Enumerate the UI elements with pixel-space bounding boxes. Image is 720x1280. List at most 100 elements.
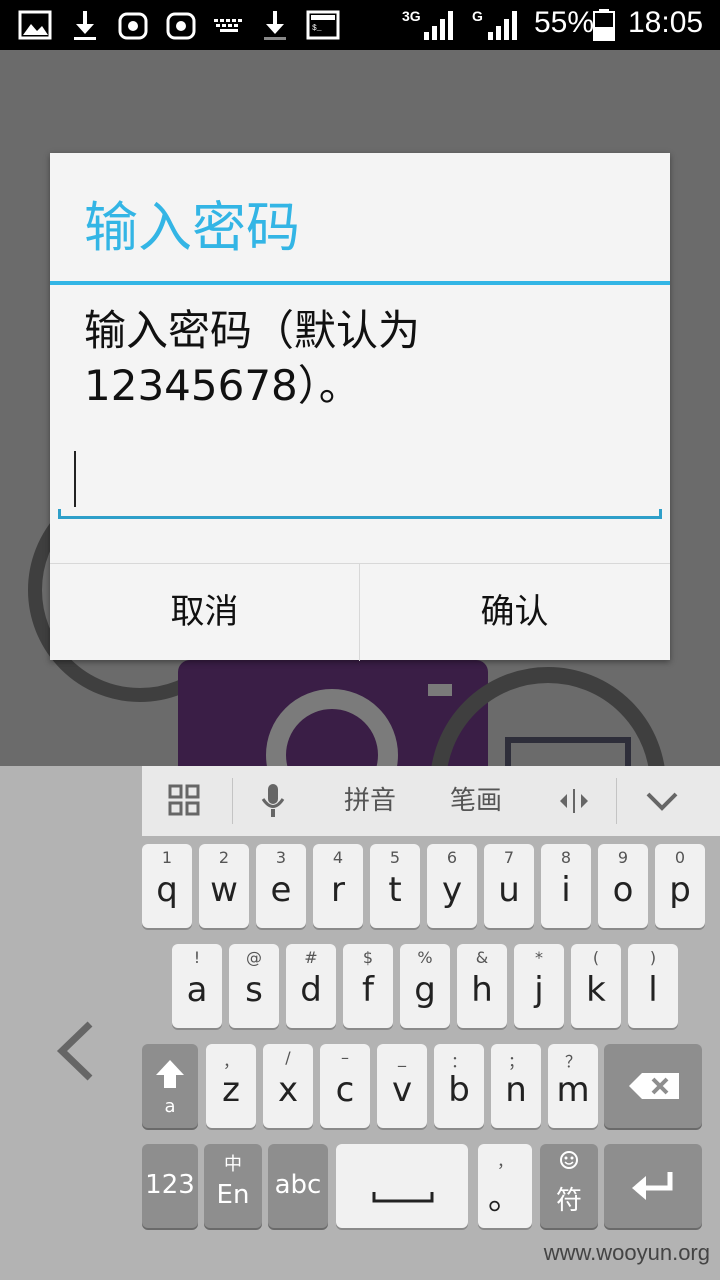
key-letter: o: [612, 870, 634, 910]
dialog-message: 输入密码（默认为12345678）。: [84, 306, 421, 410]
pinyin-mode-button[interactable]: 拼音: [334, 766, 406, 836]
numbers-key-label: 123: [145, 1170, 195, 1200]
key-hint: 0: [674, 848, 686, 867]
field-underline-tick-right: [659, 509, 662, 519]
key-hint: 1: [161, 848, 173, 867]
smiley-icon: [560, 1151, 578, 1169]
key-e[interactable]: 3e: [256, 844, 306, 928]
key-t[interactable]: 5t: [370, 844, 420, 928]
key-v[interactable]: _ v: [377, 1044, 427, 1128]
key-q[interactable]: 1q: [142, 844, 192, 928]
punctuation-hint: ，: [496, 1152, 513, 1171]
key-hint: $: [362, 948, 374, 967]
android-app-icon: [118, 12, 148, 40]
backspace-key[interactable]: [604, 1044, 702, 1128]
key-hint: 5: [389, 848, 401, 867]
battery-icon: [593, 9, 615, 41]
key-hint: #: [304, 948, 318, 967]
confirm-button[interactable]: 确认: [360, 564, 669, 661]
key-p[interactable]: 0p: [655, 844, 705, 928]
punctuation-label: 。: [488, 1178, 522, 1218]
key-letter: d: [300, 970, 322, 1010]
key-x[interactable]: / x: [263, 1044, 313, 1128]
key-l[interactable]: ) l: [628, 944, 678, 1028]
key-m[interactable]: ？ m: [548, 1044, 598, 1128]
key-letter: n: [505, 1070, 527, 1110]
key-letter: x: [277, 1070, 299, 1110]
signal-strength-icon: [424, 11, 453, 40]
clock: 18:05: [628, 6, 704, 39]
key-hint: ：: [450, 1052, 467, 1071]
abc-key-label: abc: [274, 1170, 322, 1200]
toolbar-separator: [232, 778, 233, 824]
key-g[interactable]: % g: [400, 944, 450, 1028]
dialog-title: 输入密码: [84, 196, 300, 259]
shift-sub-label: a: [164, 1096, 176, 1117]
watermark: www.wooyun.org: [543, 1240, 710, 1265]
punctuation-key[interactable]: ， 。: [478, 1144, 532, 1228]
title-divider: [50, 281, 670, 285]
key-n[interactable]: ； n: [491, 1044, 541, 1128]
password-field[interactable]: [58, 443, 666, 521]
language-hint-label: 中: [224, 1154, 242, 1175]
enter-key[interactable]: [604, 1144, 702, 1228]
grid-menu-icon[interactable]: [168, 784, 200, 816]
key-j[interactable]: * j: [514, 944, 564, 1028]
key-hint: _: [398, 1048, 406, 1067]
key-z[interactable]: ， z: [206, 1044, 256, 1128]
key-a[interactable]: ! a: [172, 944, 222, 1028]
dialog-button-bar: 取消 确认: [50, 563, 670, 661]
key-letter: e: [270, 870, 292, 910]
soft-keyboard: 拼音 笔画 1q2w3e4r5t6y7u8i9o0p ! a @ s # d $ f% g & h *…: [0, 766, 720, 1280]
key-letter: l: [648, 970, 658, 1010]
stroke-mode-button[interactable]: 笔画: [440, 766, 512, 836]
space-bar-icon: [372, 1192, 434, 1203]
key-letter: k: [586, 970, 606, 1010]
key-letter: y: [441, 870, 463, 910]
password-dialog: 输入密码 输入密码（默认为12345678）。 取消 确认: [50, 153, 670, 661]
back-arrow-icon[interactable]: [50, 1016, 100, 1086]
key-y[interactable]: 6y: [427, 844, 477, 928]
key-w[interactable]: 2w: [199, 844, 249, 928]
space-key[interactable]: [336, 1144, 468, 1228]
microphone-icon[interactable]: [260, 782, 286, 820]
key-u[interactable]: 7u: [484, 844, 534, 928]
key-hint: 7: [503, 848, 515, 867]
symbols-key[interactable]: 符: [540, 1144, 598, 1228]
backspace-icon: [629, 1073, 679, 1099]
language-switch-key[interactable]: 中 En: [204, 1144, 262, 1228]
key-letter: t: [388, 870, 402, 910]
key-h[interactable]: & h: [457, 944, 507, 1028]
shift-key[interactable]: a: [142, 1044, 198, 1128]
key-letter: q: [156, 870, 178, 910]
status-bar: $_ 3G G 55% 18:05: [0, 0, 720, 50]
key-f[interactable]: $ f: [343, 944, 393, 1028]
key-hint: ，: [222, 1052, 239, 1071]
language-label: En: [216, 1180, 250, 1210]
cancel-button[interactable]: 取消: [50, 564, 360, 661]
key-k[interactable]: (k: [571, 944, 621, 1028]
key-hint: /: [285, 1048, 291, 1067]
key-s[interactable]: @ s: [229, 944, 279, 1028]
shift-arrow-icon: [156, 1060, 184, 1088]
key-d[interactable]: # d: [286, 944, 336, 1028]
key-o[interactable]: 9o: [598, 844, 648, 928]
cursor-move-icon[interactable]: [556, 786, 592, 816]
abc-key[interactable]: abc: [268, 1144, 328, 1228]
password-input[interactable]: [58, 443, 666, 521]
collapse-keyboard-icon[interactable]: [644, 788, 680, 814]
text-caret: [74, 451, 76, 507]
android-app-icon: [166, 12, 196, 40]
key-hint: ): [649, 948, 657, 967]
key-hint: (: [592, 948, 600, 967]
key-hint: 4: [332, 848, 344, 867]
key-r[interactable]: 4r: [313, 844, 363, 928]
key-b[interactable]: ： b: [434, 1044, 484, 1128]
key-hint: @: [246, 948, 262, 967]
network-type-g: G: [472, 8, 483, 24]
numbers-key[interactable]: 123: [142, 1144, 198, 1228]
key-i[interactable]: 8i: [541, 844, 591, 928]
key-letter: i: [561, 870, 571, 910]
key-letter: s: [245, 970, 263, 1010]
key-c[interactable]: – c: [320, 1044, 370, 1128]
